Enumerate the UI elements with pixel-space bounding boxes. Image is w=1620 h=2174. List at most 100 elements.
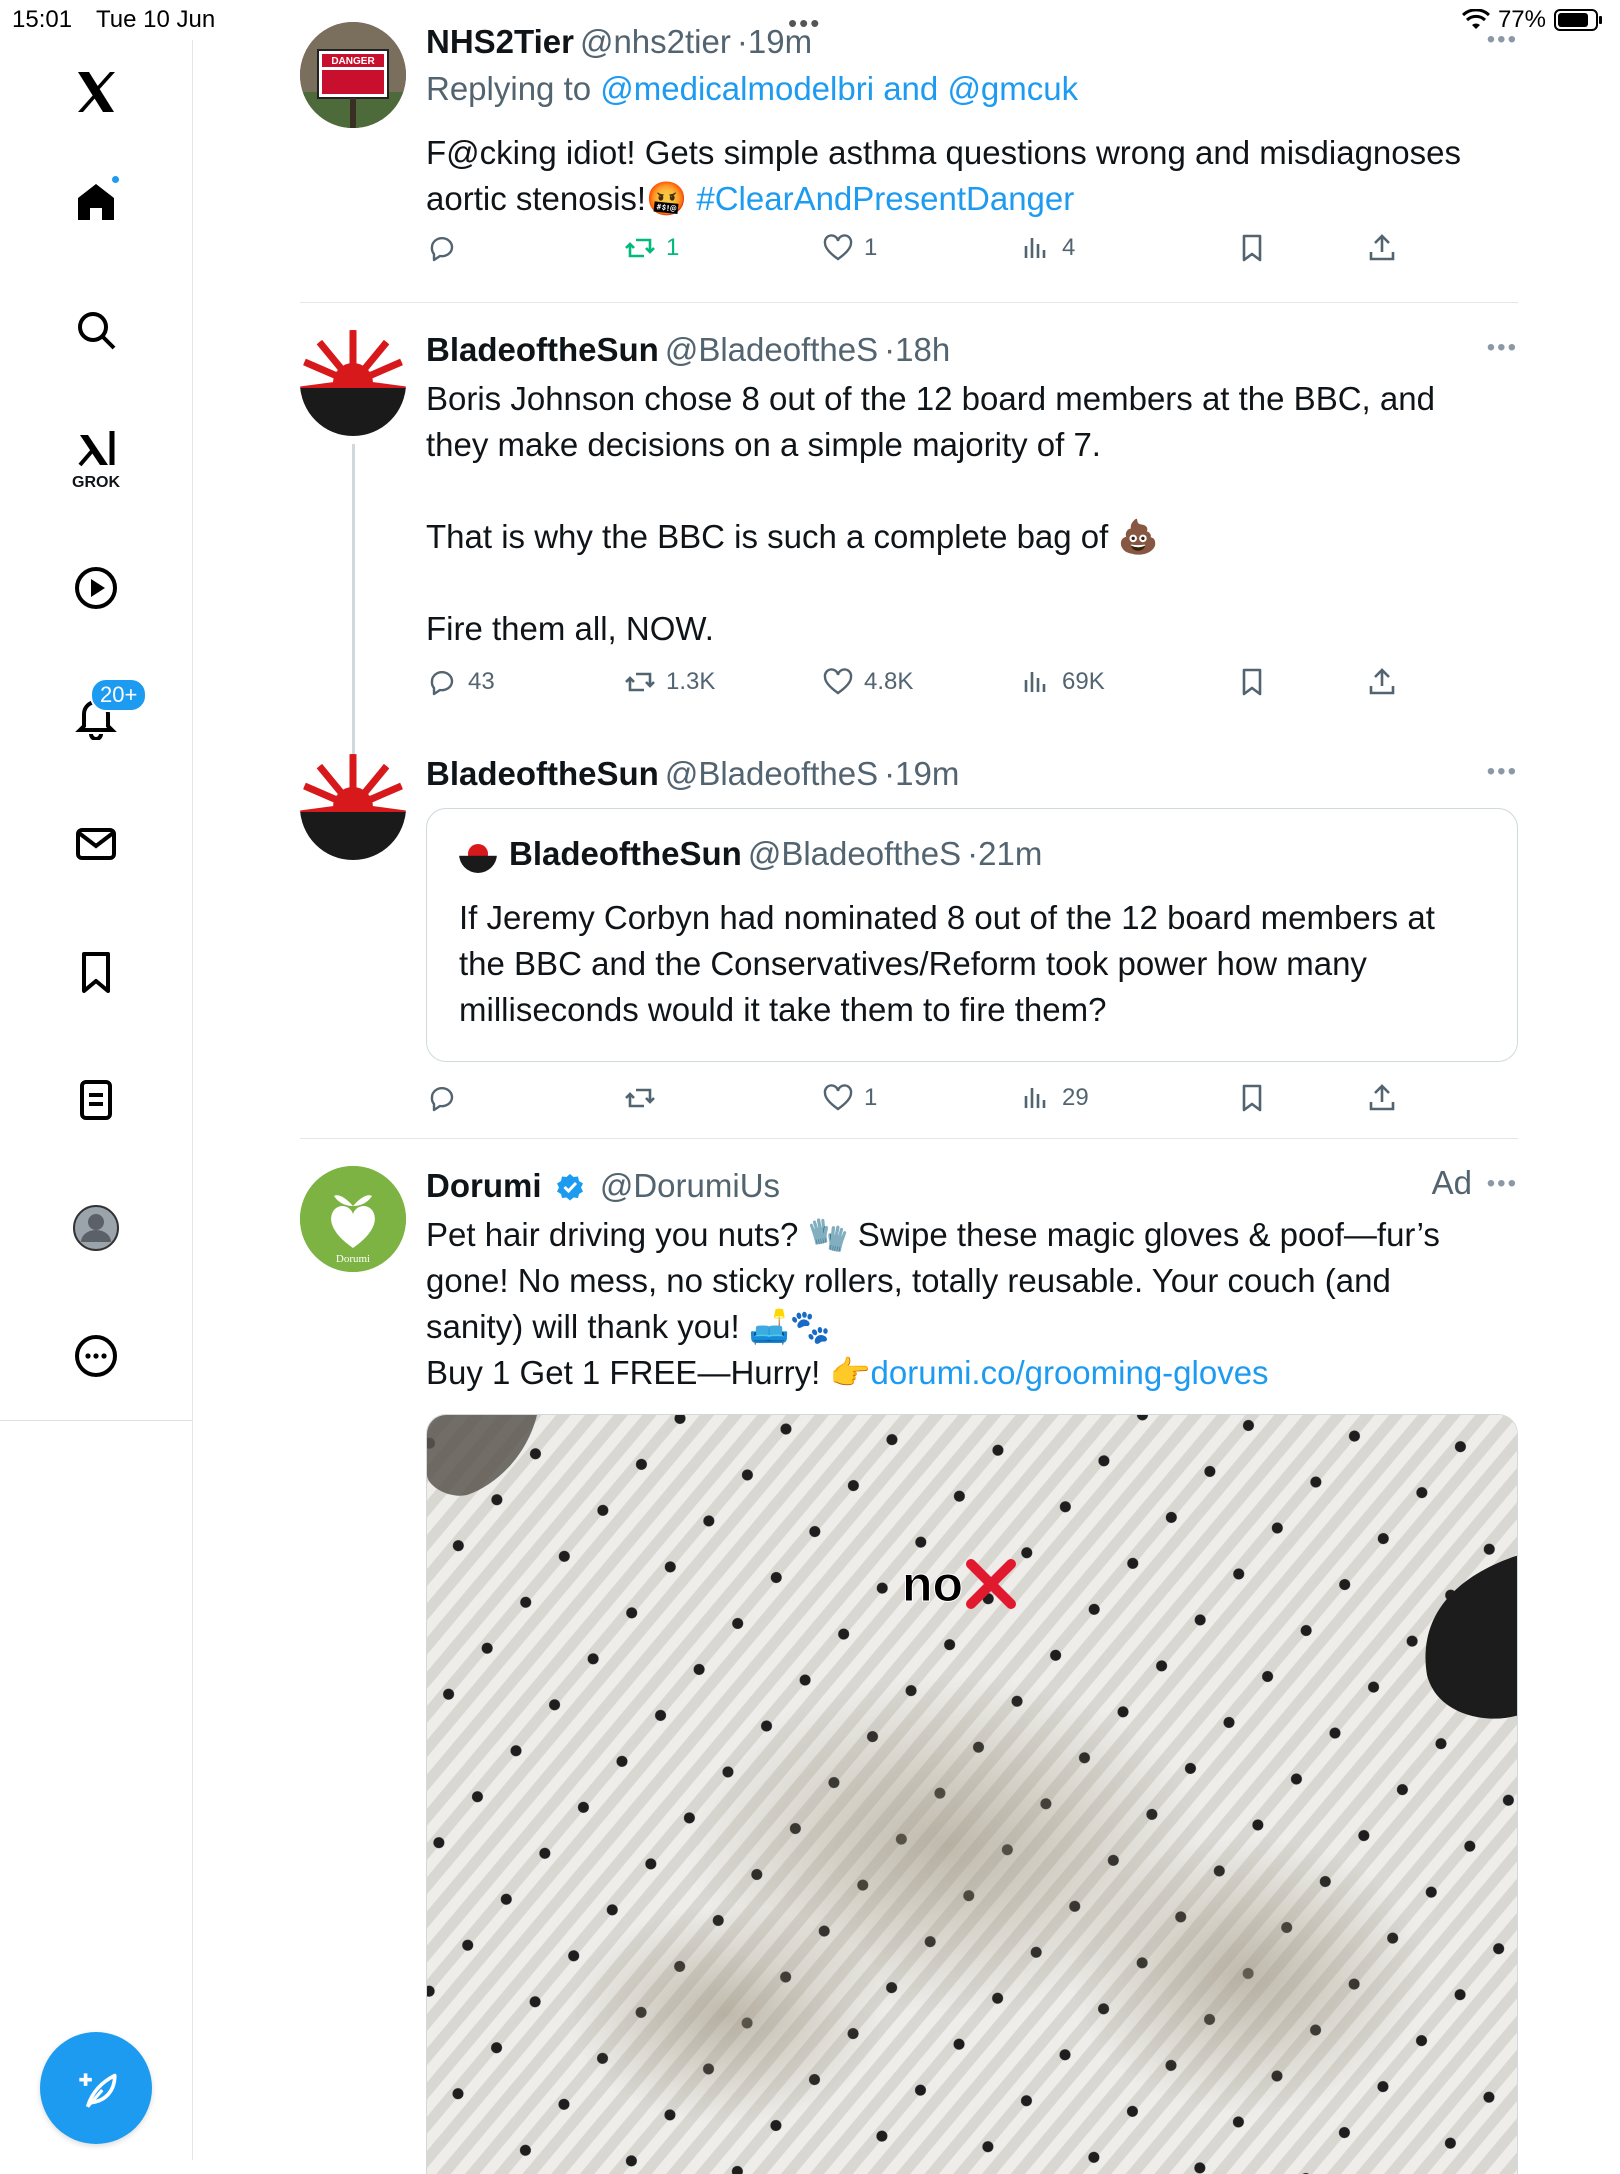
views-button[interactable]: 69K xyxy=(1020,666,1105,698)
reply-button[interactable] xyxy=(426,232,468,264)
views-icon xyxy=(1024,672,1046,692)
like-button[interactable]: 4.8K xyxy=(822,666,913,698)
bookmark-button[interactable] xyxy=(1236,1082,1268,1114)
sidebar-divider xyxy=(0,1420,193,1421)
profile-icon[interactable] xyxy=(56,1188,136,1268)
reply-button[interactable] xyxy=(426,1082,468,1114)
tweet-dorumi-ad[interactable]: Dorumi Dorumi @DorumiUs Ad ••• Pet hair … xyxy=(300,1164,1518,2174)
heart-icon xyxy=(823,668,853,695)
reply-prefix: Replying to xyxy=(426,70,601,107)
like-count: 1 xyxy=(864,234,878,261)
home-icon[interactable] xyxy=(56,162,136,242)
reply-mention-gmcuk[interactable]: @gmcuk xyxy=(947,70,1078,107)
tweet-more-icon[interactable]: ••• xyxy=(1487,26,1518,54)
avatar-dorumi[interactable]: Dorumi xyxy=(300,1166,406,1272)
ad-media-video[interactable]: no xyxy=(426,1414,1518,2174)
tweet-text-line: Fire them all, NOW. xyxy=(426,610,714,647)
video-icon[interactable] xyxy=(56,548,136,628)
messages-icon[interactable] xyxy=(56,804,136,884)
author-name[interactable]: Dorumi xyxy=(426,1167,542,1204)
reply-mention-medicalmodelbri[interactable]: @medicalmodelbri xyxy=(600,70,874,107)
share-icon xyxy=(1369,1084,1395,1111)
views-icon xyxy=(1024,238,1046,258)
views-button[interactable]: 4 xyxy=(1020,232,1075,264)
grok-label: GROK xyxy=(72,474,120,491)
reply-button[interactable]: 43 xyxy=(426,666,495,698)
notifications-icon[interactable]: 20+ xyxy=(56,676,148,756)
home-unread-dot xyxy=(112,176,119,183)
tweet-header: BladeoftheSun @BladeoftheS ·19m xyxy=(426,752,1518,796)
tweet-more-icon[interactable]: ••• xyxy=(1487,334,1518,362)
avatar-danger-text: DANGER xyxy=(331,56,375,67)
tweet-nhs2tier[interactable]: DANGER NHS2Tier @nhs2tier ·19m ••• Replyin… xyxy=(300,20,1518,302)
reply-and: and xyxy=(874,70,948,107)
lists-icon[interactable] xyxy=(56,1060,136,1140)
tweet-more-icon[interactable]: ••• xyxy=(1487,1170,1518,1198)
author-handle[interactable]: @BladeoftheS xyxy=(665,331,878,368)
search-icon[interactable] xyxy=(56,290,136,370)
tweet-text-line: gone! No mess, no sticky rollers, totall… xyxy=(426,1262,1391,1299)
tweet-bladeofthesun-2[interactable]: BladeoftheSun @BladeoftheS ·19m ••• Bladeo… xyxy=(300,752,1518,1112)
share-button[interactable] xyxy=(1366,666,1398,698)
quoted-tweet-header: BladeoftheSun @BladeoftheS · 21m xyxy=(459,835,1042,873)
author-handle[interactable]: @nhs2tier xyxy=(580,23,731,60)
avatar-bladeofthesun[interactable] xyxy=(300,330,406,436)
bookmarks-icon[interactable] xyxy=(56,932,136,1012)
ad-link[interactable]: dorumi.co/grooming-gloves xyxy=(871,1354,1269,1391)
heart-icon xyxy=(823,1084,853,1111)
views-button[interactable]: 29 xyxy=(1020,1082,1089,1114)
thread-line xyxy=(352,444,355,756)
x-logo-icon[interactable] xyxy=(56,52,136,132)
retweet-icon xyxy=(625,238,655,258)
author-handle[interactable]: @DorumiUs xyxy=(600,1167,780,1204)
share-icon xyxy=(1369,668,1395,695)
tweet-text-line: sanity) will thank you! 🛋️🐾 xyxy=(426,1308,831,1345)
quoted-tweet[interactable]: BladeoftheSun @BladeoftheS · 21m If Jeremy … xyxy=(426,808,1518,1062)
grok-nav[interactable]: GROK xyxy=(56,418,136,498)
tweet-actions: 1 1 4 xyxy=(426,232,1518,276)
compose-post-button[interactable] xyxy=(40,2032,152,2144)
tweet-text: Boris Johnson chose 8 out of the 12 boar… xyxy=(426,376,1518,652)
like-count: 1 xyxy=(864,1084,878,1111)
separator-dot: · xyxy=(884,331,896,368)
tweet-text-line: Buy 1 Get 1 FREE—Hurry! 👉 xyxy=(426,1354,871,1391)
retweet-icon xyxy=(625,672,655,692)
reply-icon xyxy=(430,1086,454,1112)
grok-icon xyxy=(78,431,115,467)
share-button[interactable] xyxy=(1366,1082,1398,1114)
retweet-button[interactable]: 1.3K xyxy=(624,666,715,698)
hashtag-link[interactable]: #ClearAndPresentDanger xyxy=(696,180,1074,217)
red-x-icon xyxy=(966,1559,1017,1609)
tweet-bladeofthesun-1[interactable]: BladeoftheSun @BladeoftheS ·18h ••• Boris … xyxy=(300,328,1518,756)
reply-count: 43 xyxy=(468,668,495,695)
separator-dot: · xyxy=(884,755,896,792)
tweet-body: NHS2Tier @nhs2tier ·19m ••• Replying to @m… xyxy=(426,20,1518,262)
tweet-time[interactable]: 19m xyxy=(895,755,959,792)
quoted-text: If Jeremy Corbyn had nominated 8 out of … xyxy=(459,899,1435,1028)
bookmark-icon xyxy=(1242,668,1262,696)
avatar-nhs2tier[interactable]: DANGER xyxy=(300,22,406,128)
share-button[interactable] xyxy=(1366,232,1398,264)
like-button[interactable]: 1 xyxy=(822,232,877,264)
status-date: Tue 10 Jun xyxy=(96,6,216,33)
author-name[interactable]: BladeoftheSun xyxy=(426,755,659,792)
share-icon xyxy=(1369,234,1395,261)
bookmark-button[interactable] xyxy=(1236,232,1268,264)
reply-context: Replying to @medicalmodelbri and @gmcuk xyxy=(426,66,1518,112)
tweet-time[interactable]: 19m xyxy=(748,23,812,60)
tweet-divider xyxy=(300,302,1518,303)
like-button[interactable]: 1 xyxy=(822,1082,877,1114)
author-handle[interactable]: @BladeoftheS xyxy=(665,755,878,792)
retweet-button[interactable]: 1 xyxy=(624,232,679,264)
quoted-author-handle: @BladeoftheS xyxy=(747,835,962,872)
tweet-time[interactable]: 18h xyxy=(895,331,950,368)
author-name[interactable]: BladeoftheSun xyxy=(426,331,659,368)
more-icon[interactable] xyxy=(56,1316,136,1396)
tweet-more-icon[interactable]: ••• xyxy=(1487,758,1518,786)
retweet-button[interactable] xyxy=(624,1082,666,1114)
author-name[interactable]: NHS2Tier xyxy=(426,23,574,60)
bookmark-button[interactable] xyxy=(1236,666,1268,698)
avatar-bladeofthesun[interactable] xyxy=(300,754,406,860)
tweet-actions: 43 1.3K 4.8K 69K xyxy=(426,666,1518,710)
views-count: 69K xyxy=(1062,668,1105,695)
